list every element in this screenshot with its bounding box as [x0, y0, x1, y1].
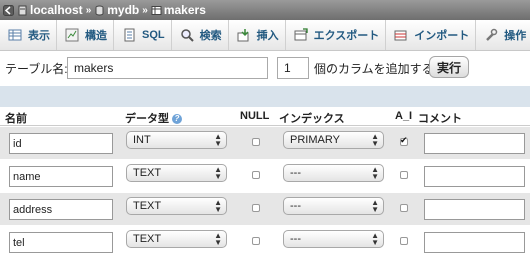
comment-input[interactable]: [424, 166, 525, 187]
tab-search[interactable]: 検索: [172, 20, 229, 50]
comment-input[interactable]: [424, 199, 525, 220]
help-icon[interactable]: ?: [172, 114, 182, 124]
export-icon: [294, 28, 308, 41]
tab-label: 構造: [85, 30, 107, 42]
tab-label: インポート: [414, 30, 470, 42]
auto-increment-checkbox[interactable]: [400, 204, 408, 212]
comment-input[interactable]: [424, 133, 525, 154]
header-name: 名前: [5, 113, 27, 125]
null-checkbox[interactable]: [252, 237, 260, 245]
section-band: [0, 86, 530, 107]
index-select[interactable]: --- ▲ ▼: [283, 164, 384, 182]
breadcrumb-label: makers: [163, 3, 206, 17]
null-checkbox[interactable]: [252, 204, 260, 212]
header-null: NULL: [240, 110, 270, 122]
select-value: TEXT: [133, 233, 162, 245]
tab-browse[interactable]: 表示: [0, 20, 57, 50]
column-name-input[interactable]: address: [9, 199, 113, 220]
select-value: ---: [290, 167, 301, 179]
columns-header: 名前 データ型? NULL インデックス A_I コメント: [0, 108, 530, 126]
column-type-select[interactable]: TEXT ▲ ▼: [126, 197, 227, 215]
select-value: INT: [133, 134, 151, 146]
separator: »: [85, 4, 92, 16]
header-type-label: データ型: [125, 113, 169, 125]
tab-structure[interactable]: 構造: [57, 20, 114, 50]
tab-label: エクスポート: [313, 30, 380, 42]
select-arrows-icon: ▲ ▼: [371, 132, 379, 148]
index-select[interactable]: --- ▲ ▼: [283, 230, 384, 248]
tab-label: 挿入: [256, 30, 279, 42]
breadcrumb: localhost » mydb » makers: [0, 0, 530, 20]
breadcrumb-label: mydb: [107, 3, 140, 17]
column-name-input[interactable]: name: [9, 166, 113, 187]
select-arrows-icon: ▲ ▼: [371, 198, 379, 214]
header-ai: A_I: [395, 110, 413, 122]
wrench-icon: [486, 28, 498, 41]
tab-export[interactable]: エクスポート: [286, 20, 387, 50]
select-arrows-icon: ▲ ▼: [214, 165, 222, 181]
select-arrows-icon: ▲ ▼: [214, 231, 222, 247]
header-type: データ型?: [125, 110, 182, 126]
execute-button[interactable]: 実行: [429, 56, 470, 78]
select-value: PRIMARY: [290, 134, 340, 146]
select-value: TEXT: [133, 200, 162, 212]
breadcrumb-database[interactable]: mydb »: [94, 3, 151, 17]
tab-bar: 表示 構造 SQL 検索 挿入 エクスポート インポート 操作: [0, 20, 530, 51]
search-icon: [180, 29, 194, 42]
separator: »: [142, 4, 148, 16]
tab-sql[interactable]: SQL: [114, 20, 172, 50]
column-type-select[interactable]: TEXT ▲ ▼: [126, 164, 227, 182]
table-row: tel TEXT ▲ ▼ --- ▲ ▼: [0, 226, 530, 258]
select-value: ---: [290, 233, 301, 245]
column-name-input[interactable]: id: [9, 133, 113, 154]
structure-icon: [65, 28, 79, 42]
breadcrumb-table[interactable]: makers: [151, 3, 206, 17]
auto-increment-checkbox[interactable]: [400, 135, 408, 146]
tab-operations[interactable]: 操作: [476, 20, 530, 50]
index-select[interactable]: PRIMARY ▲ ▼: [283, 131, 384, 149]
select-arrows-icon: ▲ ▼: [214, 132, 222, 148]
table-name-row: テーブル名: makers 1 個のカラムを追加する 実行: [5, 55, 525, 81]
server-icon: [18, 5, 27, 15]
column-type-select[interactable]: INT ▲ ▼: [126, 131, 227, 149]
tab-label: 操作: [504, 30, 527, 42]
select-arrows-icon: ▲ ▼: [371, 165, 379, 181]
database-icon: [95, 5, 104, 15]
select-value: TEXT: [133, 167, 162, 179]
null-checkbox[interactable]: [252, 138, 260, 146]
add-columns-label: 個のカラムを追加する: [314, 62, 434, 76]
select-value: ---: [290, 200, 301, 212]
header-comment: コメント: [418, 113, 462, 125]
table-row: id INT ▲ ▼ PRIMARY ▲ ▼: [0, 127, 530, 159]
browse-icon: [8, 29, 22, 41]
tab-insert[interactable]: 挿入: [229, 20, 286, 50]
index-select[interactable]: --- ▲ ▼: [283, 197, 384, 215]
table-name-label: テーブル名:: [5, 61, 68, 76]
tab-label: SQL: [142, 29, 165, 41]
auto-increment-checkbox[interactable]: [400, 171, 408, 179]
import-icon: [394, 30, 407, 41]
breadcrumb-server[interactable]: localhost »: [17, 3, 94, 17]
tab-label: 検索: [199, 30, 222, 42]
tab-import[interactable]: インポート: [386, 20, 477, 50]
sql-icon: [124, 28, 135, 42]
null-checkbox[interactable]: [252, 171, 260, 179]
header-index: インデックス: [279, 113, 345, 125]
comment-input[interactable]: [424, 232, 525, 253]
table-name-input[interactable]: makers: [67, 57, 268, 79]
breadcrumb-label: localhost: [30, 3, 83, 17]
table-row: address TEXT ▲ ▼ --- ▲ ▼: [0, 193, 530, 225]
select-arrows-icon: ▲ ▼: [371, 231, 379, 247]
add-columns-count-input[interactable]: 1: [277, 57, 309, 79]
auto-increment-checkbox[interactable]: [400, 237, 408, 245]
tab-label: 表示: [28, 30, 50, 42]
table-icon: [151, 5, 162, 15]
column-type-select[interactable]: TEXT ▲ ▼: [126, 230, 227, 248]
select-arrows-icon: ▲ ▼: [214, 198, 222, 214]
back-arrow-icon[interactable]: [3, 4, 14, 16]
insert-icon: [237, 29, 249, 42]
table-row: name TEXT ▲ ▼ --- ▲ ▼: [0, 160, 530, 192]
column-name-input[interactable]: tel: [9, 232, 113, 253]
